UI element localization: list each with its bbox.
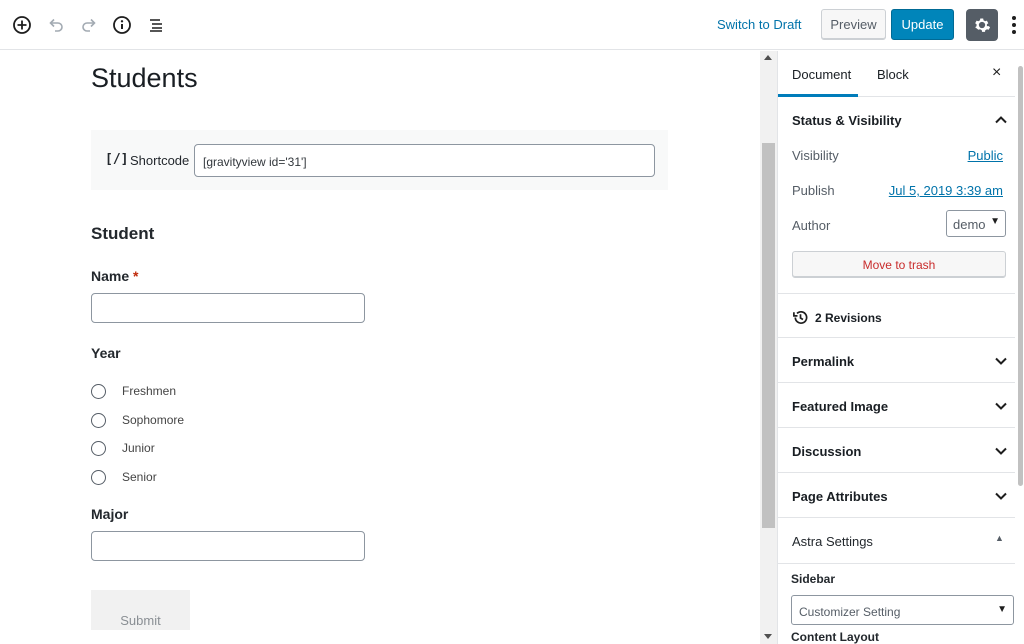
page-title[interactable]: Students xyxy=(91,63,198,94)
collapse-arrow-icon: ▲ xyxy=(995,533,1004,543)
name-field-label: Name * xyxy=(91,268,139,284)
radio-option-junior[interactable]: Junior xyxy=(91,439,155,457)
featured-image-panel[interactable]: Featured Image xyxy=(778,383,1021,428)
radio-button[interactable] xyxy=(91,383,106,399)
panel-title[interactable]: Status & Visibility xyxy=(792,113,902,128)
panel-title: Discussion xyxy=(792,444,862,459)
author-label: Author xyxy=(792,218,831,233)
chevron-down-icon xyxy=(995,357,1007,365)
sidebar-layout-select[interactable]: Customizer Setting ▼ xyxy=(791,595,1014,625)
name-input[interactable] xyxy=(91,293,365,323)
editor-toolbar: Switch to Draft Preview Update xyxy=(0,0,1024,50)
sidebar-tabs: Document Block × xyxy=(778,51,1024,97)
panel-title: Astra Settings xyxy=(792,534,873,549)
radio-label: Sophomore xyxy=(122,413,185,427)
switch-to-draft-button[interactable]: Switch to Draft xyxy=(717,17,802,32)
shortcode-input[interactable]: [gravityview id='31'] xyxy=(194,144,655,177)
permalink-panel[interactable]: Permalink xyxy=(778,338,1021,383)
scrollbar-thumb[interactable] xyxy=(762,143,775,528)
chevron-down-icon xyxy=(995,447,1007,455)
publish-date-link[interactable]: Jul 5, 2019 3:39 am xyxy=(889,183,1003,198)
panel-title: Featured Image xyxy=(792,399,889,414)
major-field-label: Major xyxy=(91,506,129,522)
dropdown-arrow-icon: ▼ xyxy=(997,604,1007,615)
undo-icon[interactable] xyxy=(43,12,69,38)
history-icon xyxy=(793,310,808,324)
radio-label: Freshmen xyxy=(122,384,177,398)
radio-button[interactable] xyxy=(91,412,106,428)
year-field-label: Year xyxy=(91,345,121,361)
tab-document[interactable]: Document xyxy=(792,67,851,82)
sidebar-scrollbar-thumb[interactable] xyxy=(1018,66,1023,486)
tab-block[interactable]: Block xyxy=(877,67,909,82)
required-mark: * xyxy=(133,268,139,284)
radio-option-sophomore[interactable]: Sophomore xyxy=(91,411,184,429)
editor-scrollbar[interactable] xyxy=(760,51,777,644)
major-input[interactable] xyxy=(91,531,365,561)
move-to-trash-button[interactable]: Move to trash xyxy=(792,251,1006,278)
page-attributes-panel[interactable]: Page Attributes xyxy=(778,473,1021,518)
close-icon[interactable]: × xyxy=(992,64,1001,82)
panel-title: Permalink xyxy=(792,354,855,369)
publish-label: Publish xyxy=(792,183,835,198)
radio-option-freshmen[interactable]: Freshmen xyxy=(91,382,176,400)
dropdown-arrow-icon: ▼ xyxy=(990,216,1000,227)
shortcode-icon: [/] xyxy=(105,152,129,167)
shortcode-block[interactable]: [/] Shortcode [gravityview id='31'] xyxy=(91,130,668,190)
scroll-down-arrow-icon[interactable] xyxy=(764,634,772,639)
settings-sidebar: Document Block × Status & Visibility Vis… xyxy=(777,51,1024,644)
chevron-down-icon xyxy=(995,402,1007,410)
chevron-down-icon xyxy=(995,492,1007,500)
radio-label: Junior xyxy=(122,441,155,455)
author-select[interactable]: demo ▼ xyxy=(946,210,1006,237)
sidebar-layout-label: Sidebar xyxy=(791,572,836,586)
more-menu-icon[interactable] xyxy=(1007,12,1021,38)
editor-canvas: Students [/] Shortcode [gravityview id='… xyxy=(0,51,760,644)
redo-icon[interactable] xyxy=(76,12,102,38)
radio-label: Senior xyxy=(122,470,157,484)
update-button[interactable]: Update xyxy=(891,9,954,40)
visibility-label: Visibility xyxy=(792,148,839,163)
preview-button[interactable]: Preview xyxy=(821,9,886,40)
gear-icon xyxy=(975,18,991,32)
radio-button[interactable] xyxy=(91,469,106,485)
submit-button[interactable]: Submit xyxy=(91,590,190,630)
chevron-up-icon[interactable] xyxy=(994,113,1008,127)
astra-settings-panel[interactable]: Astra Settings ▲ xyxy=(778,518,1021,564)
scroll-up-arrow-icon[interactable] xyxy=(764,55,772,60)
shortcode-label: Shortcode xyxy=(130,153,190,168)
info-icon[interactable] xyxy=(109,12,135,38)
list-view-icon[interactable] xyxy=(143,12,169,38)
visibility-link[interactable]: Public xyxy=(968,148,1003,163)
sidebar-scrollbar[interactable] xyxy=(1015,51,1024,644)
radio-button[interactable] xyxy=(91,440,106,456)
add-block-icon[interactable] xyxy=(9,12,35,38)
revisions-link[interactable]: 2 Revisions xyxy=(792,309,882,326)
form-heading: Student xyxy=(91,224,155,243)
discussion-panel[interactable]: Discussion xyxy=(778,428,1021,473)
settings-button[interactable] xyxy=(966,9,998,41)
radio-option-senior[interactable]: Senior xyxy=(91,468,157,486)
content-layout-label: Content Layout xyxy=(791,630,879,644)
panel-title: Page Attributes xyxy=(792,489,888,504)
